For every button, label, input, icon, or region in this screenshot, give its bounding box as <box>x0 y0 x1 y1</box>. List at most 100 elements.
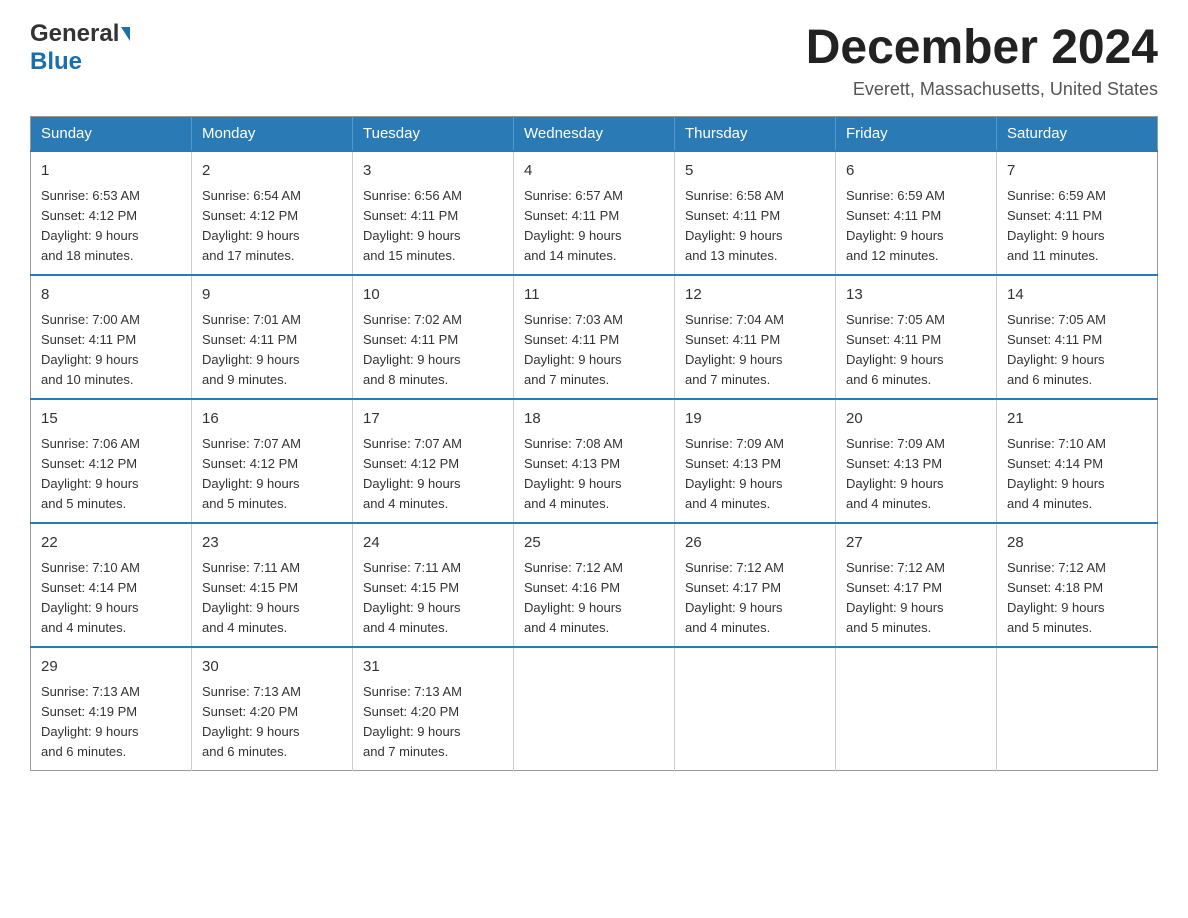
day-info: Sunrise: 6:59 AMSunset: 4:11 PMDaylight:… <box>846 186 986 267</box>
day-number: 28 <box>1007 532 1147 555</box>
day-number: 13 <box>846 284 986 307</box>
day-number: 16 <box>202 408 342 431</box>
calendar-day-31: 31Sunrise: 7:13 AMSunset: 4:20 PMDayligh… <box>353 647 514 771</box>
calendar-day-9: 9 Sunrise: 7:01 AMSunset: 4:11 PMDaylight… <box>192 275 353 399</box>
calendar-day-6: 6 Sunrise: 6:59 AMSunset: 4:11 PMDaylight… <box>836 151 997 275</box>
day-number: 29 <box>41 656 181 679</box>
day-info: Sunrise: 7:02 AMSunset: 4:11 PMDaylight:… <box>363 310 503 391</box>
logo-blue-text: Blue <box>30 48 82 76</box>
weekday-header-sunday: Sunday <box>31 117 192 152</box>
calendar-day-21: 21 Sunrise: 7:10 AMSunset: 4:14 PMDayligh… <box>997 399 1158 523</box>
day-number: 1 <box>41 160 181 183</box>
day-number: 19 <box>685 408 825 431</box>
calendar-empty-cell <box>836 647 997 771</box>
day-number: 2 <box>202 160 342 183</box>
day-number: 14 <box>1007 284 1147 307</box>
calendar-day-12: 12Sunrise: 7:04 AMSunset: 4:11 PMDayligh… <box>675 275 836 399</box>
day-info: Sunrise: 7:12 AMSunset: 4:17 PMDaylight:… <box>685 558 825 639</box>
calendar-week-2: 8 Sunrise: 7:00 AMSunset: 4:11 PMDaylight… <box>31 275 1158 399</box>
day-number: 7 <box>1007 160 1147 183</box>
day-number: 31 <box>363 656 503 679</box>
calendar-day-17: 17 Sunrise: 7:07 AMSunset: 4:12 PMDayligh… <box>353 399 514 523</box>
day-info: Sunrise: 7:04 AMSunset: 4:11 PMDaylight:… <box>685 310 825 391</box>
day-info: Sunrise: 6:54 AMSunset: 4:12 PMDaylight:… <box>202 186 342 267</box>
title-block: December 2024 Everett, Massachusetts, Un… <box>806 20 1158 100</box>
calendar-day-5: 5Sunrise: 6:58 AMSunset: 4:11 PMDaylight… <box>675 151 836 275</box>
weekday-header-row: SundayMondayTuesdayWednesdayThursdayFrid… <box>31 117 1158 152</box>
page-header: General Blue December 2024 Everett, Mass… <box>30 20 1158 100</box>
calendar-day-22: 22Sunrise: 7:10 AMSunset: 4:14 PMDayligh… <box>31 523 192 647</box>
day-info: Sunrise: 7:09 AMSunset: 4:13 PMDaylight:… <box>685 434 825 515</box>
calendar-day-1: 1 Sunrise: 6:53 AMSunset: 4:12 PMDaylight… <box>31 151 192 275</box>
calendar-day-13: 13 Sunrise: 7:05 AMSunset: 4:11 PMDayligh… <box>836 275 997 399</box>
calendar-day-28: 28 Sunrise: 7:12 AMSunset: 4:18 PMDayligh… <box>997 523 1158 647</box>
day-info: Sunrise: 7:05 AMSunset: 4:11 PMDaylight:… <box>846 310 986 391</box>
calendar-day-26: 26 Sunrise: 7:12 AMSunset: 4:17 PMDayligh… <box>675 523 836 647</box>
weekday-header-wednesday: Wednesday <box>514 117 675 152</box>
day-number: 20 <box>846 408 986 431</box>
day-info: Sunrise: 7:05 AMSunset: 4:11 PMDaylight:… <box>1007 310 1147 391</box>
day-number: 8 <box>41 284 181 307</box>
day-number: 6 <box>846 160 986 183</box>
calendar-day-30: 30Sunrise: 7:13 AMSunset: 4:20 PMDayligh… <box>192 647 353 771</box>
day-number: 21 <box>1007 408 1147 431</box>
calendar-day-8: 8 Sunrise: 7:00 AMSunset: 4:11 PMDaylight… <box>31 275 192 399</box>
day-number: 9 <box>202 284 342 307</box>
calendar-day-27: 27 Sunrise: 7:12 AMSunset: 4:17 PMDayligh… <box>836 523 997 647</box>
calendar-day-7: 7 Sunrise: 6:59 AMSunset: 4:11 PMDaylight… <box>997 151 1158 275</box>
month-title: December 2024 <box>806 20 1158 75</box>
day-number: 22 <box>41 532 181 555</box>
day-info: Sunrise: 7:07 AMSunset: 4:12 PMDaylight:… <box>363 434 503 515</box>
location-text: Everett, Massachusetts, United States <box>806 79 1158 100</box>
day-number: 11 <box>524 284 664 307</box>
day-number: 15 <box>41 408 181 431</box>
day-info: Sunrise: 6:59 AMSunset: 4:11 PMDaylight:… <box>1007 186 1147 267</box>
day-info: Sunrise: 6:57 AMSunset: 4:11 PMDaylight:… <box>524 186 664 267</box>
calendar-day-25: 25Sunrise: 7:12 AMSunset: 4:16 PMDayligh… <box>514 523 675 647</box>
calendar-day-11: 11Sunrise: 7:03 AMSunset: 4:11 PMDayligh… <box>514 275 675 399</box>
day-info: Sunrise: 7:12 AMSunset: 4:17 PMDaylight:… <box>846 558 986 639</box>
day-number: 30 <box>202 656 342 679</box>
day-info: Sunrise: 7:01 AMSunset: 4:11 PMDaylight:… <box>202 310 342 391</box>
calendar-empty-cell <box>514 647 675 771</box>
day-number: 10 <box>363 284 503 307</box>
day-info: Sunrise: 6:58 AMSunset: 4:11 PMDaylight:… <box>685 186 825 267</box>
calendar-day-16: 16 Sunrise: 7:07 AMSunset: 4:12 PMDayligh… <box>192 399 353 523</box>
day-number: 18 <box>524 408 664 431</box>
day-number: 4 <box>524 160 664 183</box>
day-info: Sunrise: 7:13 AMSunset: 4:19 PMDaylight:… <box>41 682 181 763</box>
calendar-day-29: 29 Sunrise: 7:13 AMSunset: 4:19 PMDayligh… <box>31 647 192 771</box>
day-info: Sunrise: 7:11 AMSunset: 4:15 PMDaylight:… <box>363 558 503 639</box>
day-number: 17 <box>363 408 503 431</box>
calendar-week-3: 15Sunrise: 7:06 AMSunset: 4:12 PMDayligh… <box>31 399 1158 523</box>
calendar-empty-cell <box>997 647 1158 771</box>
weekday-header-thursday: Thursday <box>675 117 836 152</box>
calendar-day-23: 23Sunrise: 7:11 AMSunset: 4:15 PMDayligh… <box>192 523 353 647</box>
day-info: Sunrise: 7:12 AMSunset: 4:16 PMDaylight:… <box>524 558 664 639</box>
calendar-table: SundayMondayTuesdayWednesdayThursdayFrid… <box>30 116 1158 771</box>
weekday-header-tuesday: Tuesday <box>353 117 514 152</box>
day-info: Sunrise: 6:53 AMSunset: 4:12 PMDaylight:… <box>41 186 181 267</box>
calendar-empty-cell <box>675 647 836 771</box>
day-info: Sunrise: 7:00 AMSunset: 4:11 PMDaylight:… <box>41 310 181 391</box>
calendar-day-15: 15Sunrise: 7:06 AMSunset: 4:12 PMDayligh… <box>31 399 192 523</box>
day-info: Sunrise: 7:09 AMSunset: 4:13 PMDaylight:… <box>846 434 986 515</box>
day-number: 27 <box>846 532 986 555</box>
day-info: Sunrise: 7:12 AMSunset: 4:18 PMDaylight:… <box>1007 558 1147 639</box>
day-number: 3 <box>363 160 503 183</box>
weekday-header-monday: Monday <box>192 117 353 152</box>
day-number: 26 <box>685 532 825 555</box>
logo: General Blue <box>30 20 130 76</box>
calendar-week-4: 22Sunrise: 7:10 AMSunset: 4:14 PMDayligh… <box>31 523 1158 647</box>
calendar-day-2: 2 Sunrise: 6:54 AMSunset: 4:12 PMDaylight… <box>192 151 353 275</box>
day-number: 23 <box>202 532 342 555</box>
weekday-header-friday: Friday <box>836 117 997 152</box>
calendar-week-5: 29 Sunrise: 7:13 AMSunset: 4:19 PMDayligh… <box>31 647 1158 771</box>
calendar-day-20: 20 Sunrise: 7:09 AMSunset: 4:13 PMDayligh… <box>836 399 997 523</box>
calendar-day-3: 3Sunrise: 6:56 AMSunset: 4:11 PMDaylight… <box>353 151 514 275</box>
weekday-header-saturday: Saturday <box>997 117 1158 152</box>
calendar-day-14: 14 Sunrise: 7:05 AMSunset: 4:11 PMDayligh… <box>997 275 1158 399</box>
day-info: Sunrise: 7:07 AMSunset: 4:12 PMDaylight:… <box>202 434 342 515</box>
day-info: Sunrise: 7:10 AMSunset: 4:14 PMDaylight:… <box>1007 434 1147 515</box>
calendar-week-1: 1 Sunrise: 6:53 AMSunset: 4:12 PMDaylight… <box>31 151 1158 275</box>
